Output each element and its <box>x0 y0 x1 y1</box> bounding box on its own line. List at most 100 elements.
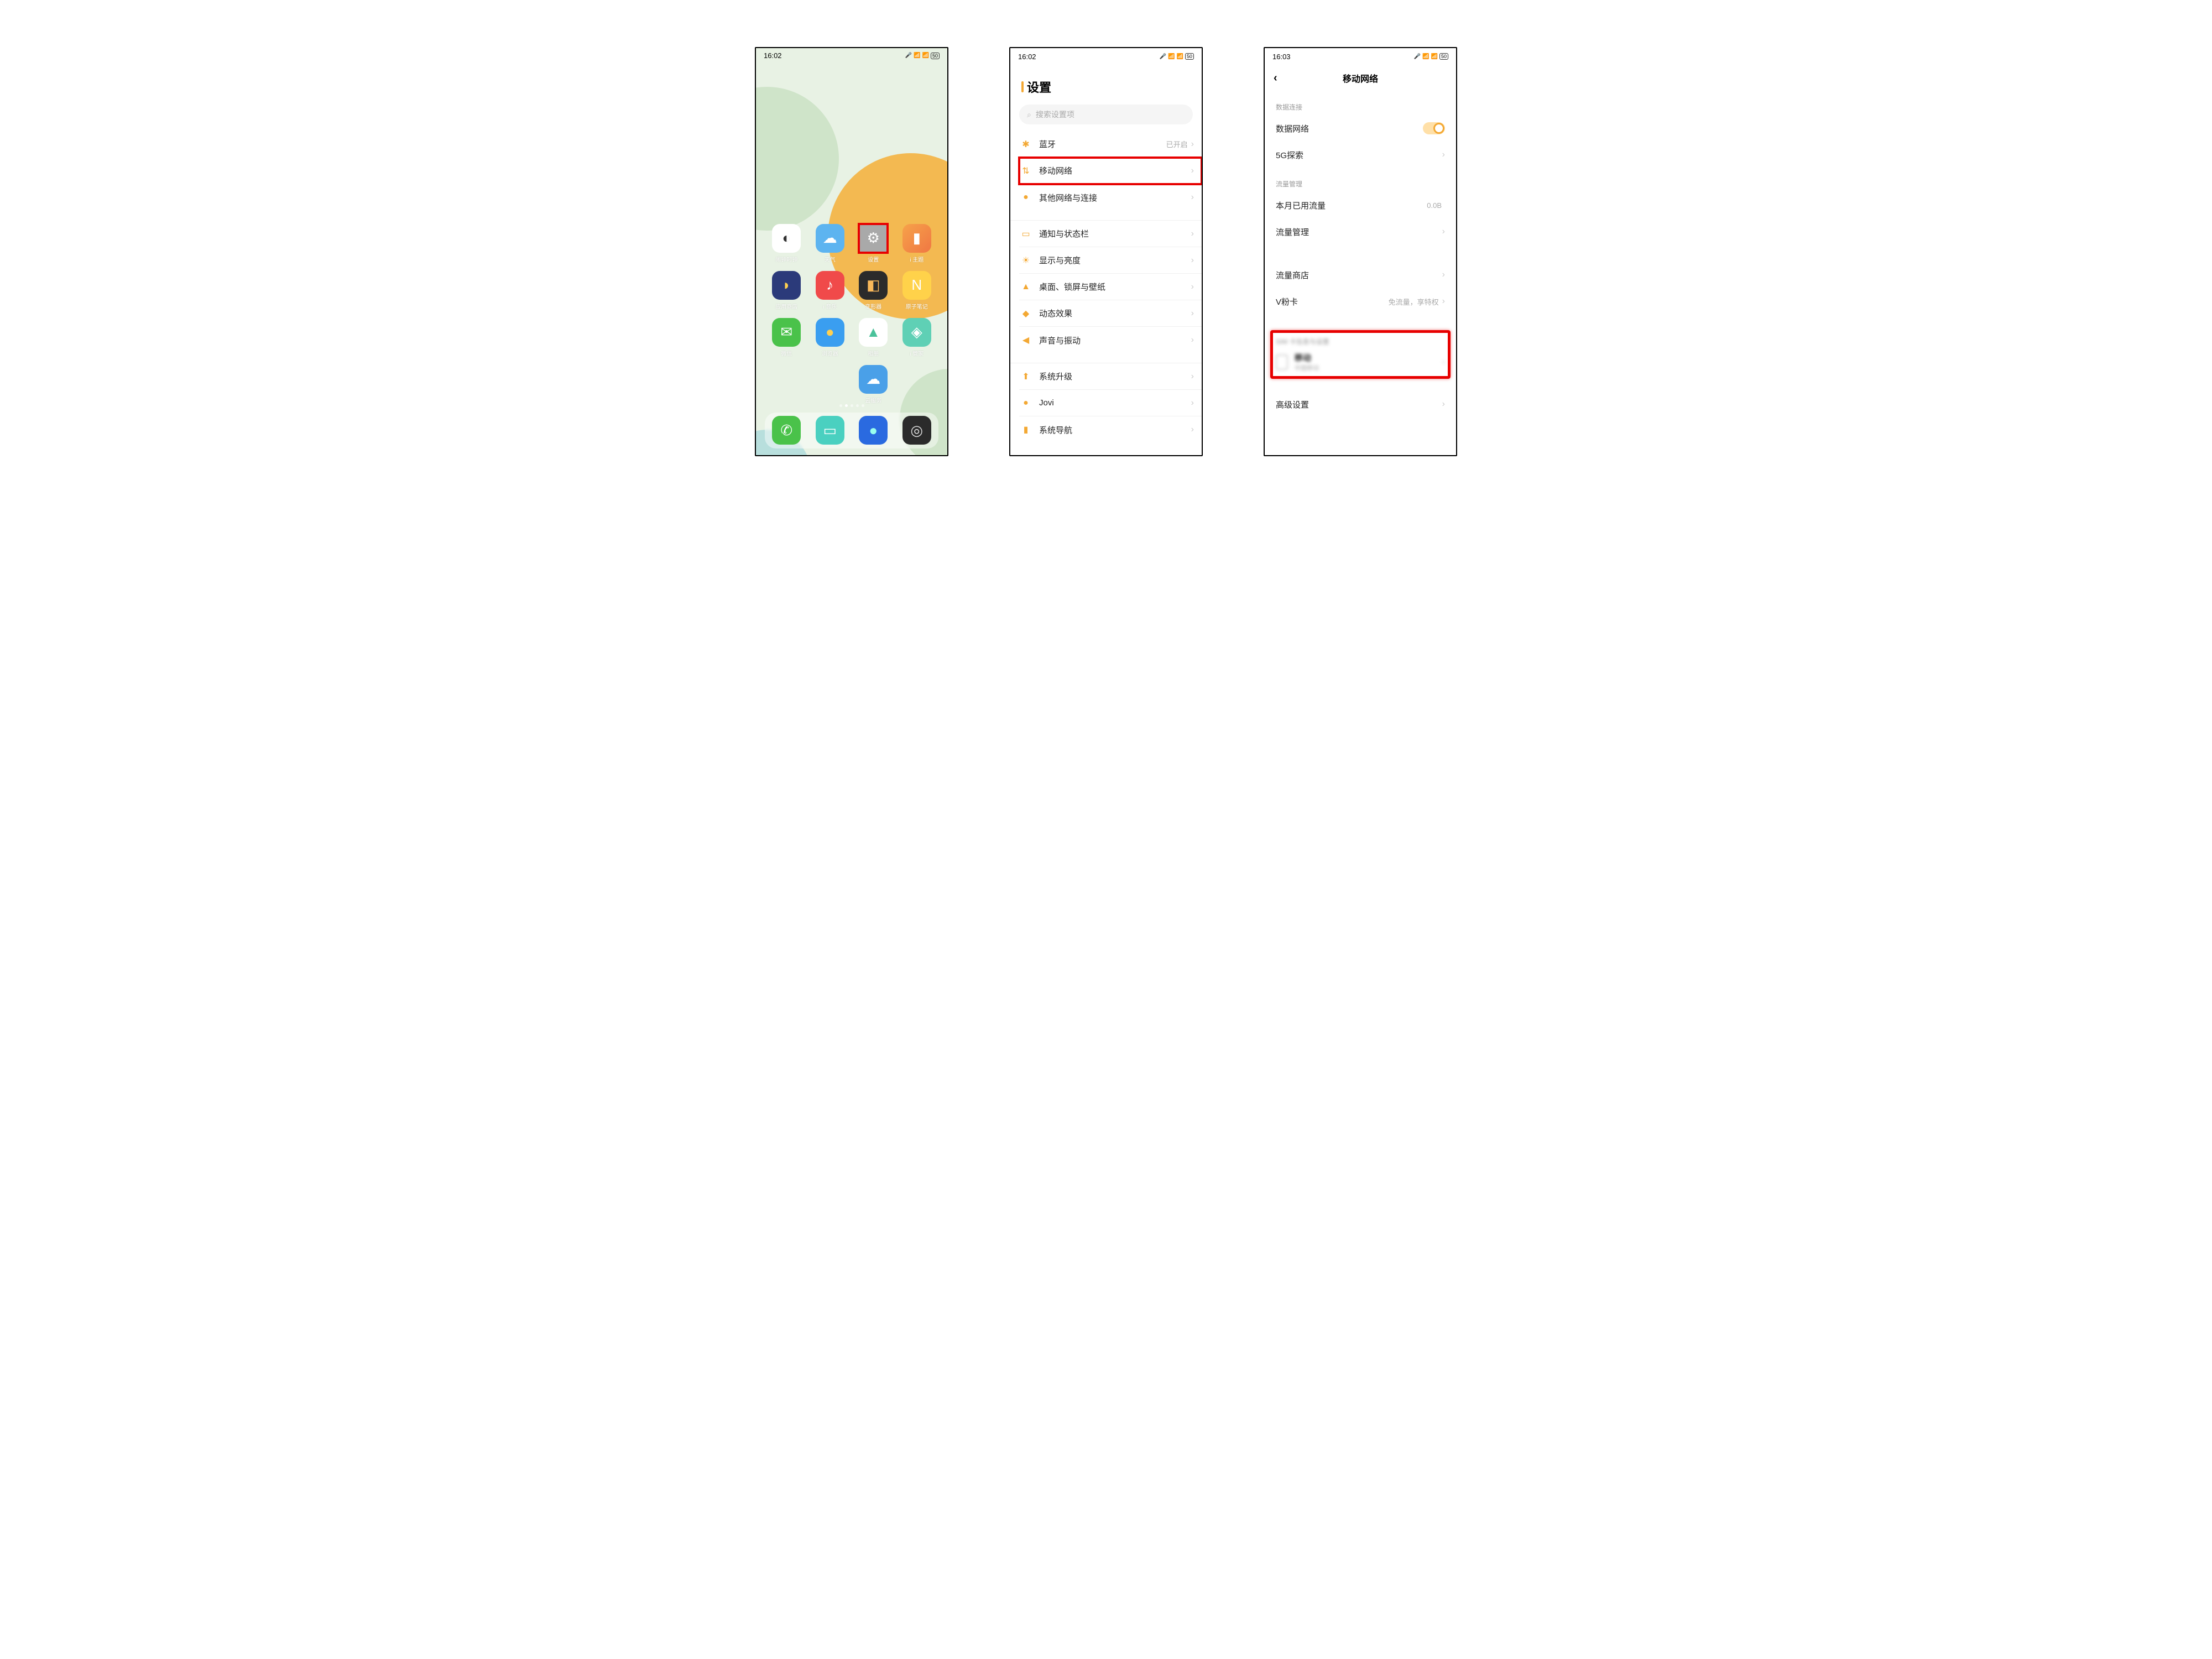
sim-section: SIM 卡信息与设置 移动 中国移动 › <box>1265 329 1456 380</box>
row-label: 系统升级 <box>1039 371 1191 382</box>
settings-row-动态效果[interactable]: ◆动态效果› <box>1019 300 1202 327</box>
phone-mobile-network-screen: 16:03 🎤 📶 📶 50 ‹ 移动网络 数据连接 数据网络 5G探索 › 流… <box>1264 47 1457 456</box>
page-title: 移动网络 <box>1265 71 1456 85</box>
chevron-right-icon: › <box>1442 357 1445 367</box>
status-bar: 16:03 🎤 📶 📶 50 <box>1265 48 1456 65</box>
chevron-right-icon: › <box>1191 282 1194 292</box>
row-icon: ✱ <box>1019 138 1032 151</box>
signal-icon: 📶 <box>914 53 920 59</box>
status-bar: 16:02 🎤 📶 📶 50 <box>756 48 947 64</box>
app-blank2 <box>808 365 852 404</box>
app-label: 应用商店 <box>775 302 797 310</box>
settings-row-通知与状态栏[interactable]: ▭通知与状态栏› <box>1019 221 1202 247</box>
chevron-right-icon: › <box>1191 229 1194 239</box>
chevron-right-icon: › <box>1191 166 1194 176</box>
phone-settings-screen: 16:02 🎤 📶 📶 50 设置 ⌕ 搜索设置项 ✱蓝牙已开启›⇅移动网络›●… <box>1009 47 1203 456</box>
row-data-network[interactable]: 数据网络 <box>1265 115 1456 142</box>
app-wechat[interactable]: ✉微信 <box>765 318 808 357</box>
row-label: 移动网络 <box>1039 165 1191 176</box>
app-theme[interactable]: ▮i 主题 <box>895 224 939 263</box>
row-icon: ◆ <box>1019 307 1032 320</box>
wifi-icon: 📶 <box>922 53 929 59</box>
gallery-icon: ▲ <box>859 318 888 347</box>
settings-row-系统升级[interactable]: ⬆系统升级› <box>1019 363 1202 390</box>
chevron-right-icon: › <box>1442 399 1445 409</box>
home-content: 16:02 🎤 📶 📶 50 ◐ 闹钟时钟 ☁ 天气 ⚙设置▮i 主题 ◗ 应用商店 ♪i 音… <box>756 48 947 455</box>
row-traffic-mgmt[interactable]: 流量管理 › <box>1265 218 1456 245</box>
manager-icon: ◈ <box>902 318 931 347</box>
phone-home-screen: 16:02 🎤 📶 📶 50 ◐ 闹钟时钟 ☁ 天气 ⚙设置▮i 主题 ◗ 应用商店 ♪i 音… <box>755 47 948 456</box>
app-alarm-clock[interactable]: ◐ 闹钟时钟 <box>765 224 808 263</box>
app-settings[interactable]: ⚙设置 <box>852 224 895 263</box>
app-weather[interactable]: ☁ 天气 <box>808 224 852 263</box>
app-browser[interactable]: ●浏览器 <box>808 318 852 357</box>
app-appstore[interactable]: ◗ 应用商店 <box>765 271 808 310</box>
chevron-right-icon: › <box>1442 270 1445 280</box>
app-label: 闹钟时钟 <box>775 255 797 263</box>
mic-icon: 🎤 <box>1414 54 1421 60</box>
dock-messages[interactable]: ▭ <box>816 416 844 445</box>
music-icon: ♪ <box>816 271 844 300</box>
page-title: 设置 <box>1010 65 1202 101</box>
row-label: 其他网络与连接 <box>1039 192 1191 204</box>
chevron-right-icon: › <box>1442 227 1445 237</box>
row-label: 系统导航 <box>1039 424 1191 436</box>
cloud-icon: ☁ <box>859 365 888 394</box>
search-input[interactable]: ⌕ 搜索设置项 <box>1019 105 1193 124</box>
app-blank1 <box>765 365 808 404</box>
battery-icon: 50 <box>1439 53 1448 60</box>
signal-icon: 📶 <box>1168 54 1175 60</box>
app-music[interactable]: ♪i 音乐 <box>808 271 852 310</box>
section-header-sim: SIM 卡信息与设置 <box>1265 335 1456 349</box>
app-label: 微信 <box>781 349 792 357</box>
status-icons: 🎤 📶 📶 50 <box>1160 53 1194 60</box>
alarm-clock-icon: ◐ <box>772 224 801 253</box>
row-label: 动态效果 <box>1039 307 1191 319</box>
app-label: i 管家 <box>910 349 924 357</box>
app-transformer[interactable]: ◧变形器 <box>852 271 895 310</box>
app-cloud[interactable]: ☁云服务 <box>852 365 895 404</box>
chevron-right-icon: › <box>1442 296 1445 306</box>
settings-row-桌面、锁屏与壁纸[interactable]: ▲桌面、锁屏与壁纸› <box>1019 274 1202 300</box>
row-month-usage[interactable]: 本月已用流量 0.0B <box>1265 192 1456 218</box>
app-manager[interactable]: ◈ i 管家 <box>895 318 939 357</box>
row-sim-card[interactable]: 移动 中国移动 › <box>1265 349 1456 374</box>
sim-card-icon <box>1276 354 1288 370</box>
settings-row-声音与振动[interactable]: ◀声音与振动› <box>1019 327 1202 353</box>
app-label: 相册 <box>868 349 879 357</box>
row-value: 免流量，享特权 <box>1389 296 1439 307</box>
settings-row-Jovi[interactable]: ●Jovi› <box>1019 390 1202 416</box>
chevron-right-icon: › <box>1191 372 1194 382</box>
chevron-right-icon: › <box>1442 150 1445 160</box>
mic-icon: 🎤 <box>1160 54 1166 60</box>
row-vcard[interactable]: V粉卡 免流量，享特权 › <box>1265 288 1456 315</box>
row-label: 流量管理 <box>1276 226 1442 238</box>
row-label: 高级设置 <box>1276 399 1442 410</box>
app-label: 天气 <box>825 255 836 263</box>
row-icon: ▲ <box>1019 280 1032 294</box>
app-gallery[interactable]: ▲ 相册 <box>852 318 895 357</box>
dock-camera[interactable]: ◎ <box>902 416 931 445</box>
dock-web[interactable]: ● <box>859 416 888 445</box>
row-5g[interactable]: 5G探索 › <box>1265 142 1456 168</box>
dock-phone[interactable]: ✆ <box>772 416 801 445</box>
weather-icon: ☁ <box>816 224 844 253</box>
status-icons: 🎤 📶 📶 50 <box>905 53 940 59</box>
settings-row-蓝牙[interactable]: ✱蓝牙已开启› <box>1019 131 1202 158</box>
settings-row-显示与亮度[interactable]: ☀显示与亮度› <box>1019 247 1202 274</box>
app-blank3 <box>895 365 939 404</box>
app-grid: ◐ 闹钟时钟 ☁ 天气 ⚙设置▮i 主题 ◗ 应用商店 ♪i 音乐◧变形器N原子笔记 ✉微信●浏… <box>756 64 947 404</box>
settings-row-系统导航[interactable]: ▮系统导航› <box>1019 416 1202 443</box>
row-advanced[interactable]: 高级设置 › <box>1265 391 1456 418</box>
row-traffic-shop[interactable]: 流量商店 › <box>1265 262 1456 288</box>
status-bar: 16:02 🎤 📶 📶 50 <box>1010 48 1202 65</box>
settings-row-其他网络与连接[interactable]: ●其他网络与连接› <box>1019 184 1202 211</box>
appstore-icon: ◗ <box>772 271 801 300</box>
row-label: 数据网络 <box>1276 123 1423 134</box>
settings-row-移动网络[interactable]: ⇅移动网络› <box>1019 158 1202 184</box>
page-indicator <box>756 404 947 407</box>
toggle-on-icon[interactable] <box>1423 122 1445 134</box>
sim-sub: 中国移动 <box>1295 363 1436 372</box>
app-notes[interactable]: N原子笔记 <box>895 271 939 310</box>
section-header-traffic: 流量管理 <box>1265 168 1456 192</box>
